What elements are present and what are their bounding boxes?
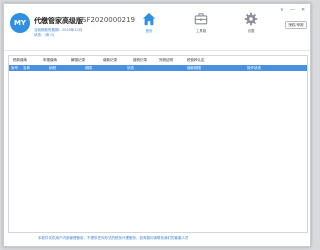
gear-icon [244, 12, 258, 26]
column-header[interactable]: 序号 [11, 66, 18, 71]
apply-button[interactable]: 授权/申报 [285, 21, 307, 29]
tab-tax-type-identification[interactable]: 税费种认定 [187, 58, 205, 63]
nav-settings-label: 设置 [247, 29, 255, 33]
nav-home-button[interactable]: 首页 [138, 12, 160, 42]
footer-disclaimer: 本软件仅供用户内部管理使用，不提供任何形式的税务代理服务，如有疑问请联系我们的客… [38, 236, 189, 240]
toolbox-icon [194, 13, 208, 25]
minimize-icon[interactable]: — [290, 7, 295, 13]
tab-remit-records[interactable]: 解缴记录 [71, 58, 85, 63]
nav-toolbox-label: 工具箱 [195, 29, 207, 33]
tab-tax-certificate[interactable]: 完税证明 [159, 58, 173, 63]
column-header[interactable]: 状态 [127, 66, 134, 71]
app-logo: MY [10, 13, 30, 33]
column-header[interactable]: 缴款期限 [187, 66, 201, 71]
status-line: 状态：(申 0) [34, 33, 55, 37]
column-header[interactable]: 纳税 [49, 66, 56, 71]
dropdown-chevron-icon[interactable]: ∨ [280, 7, 284, 13]
nav-home-label: 首页 [145, 29, 153, 33]
nav-toolbox-button[interactable]: 工具箱 [190, 12, 212, 42]
tab-bar: 税款缴纳 申报缴纳 解缴记录 缴款记录 缴税记录 完税证明 税费种认定 [9, 56, 307, 65]
header: MY 代缴管家高级版 SF2020000219 当前税款所属期：2019年12月… [4, 4, 310, 51]
tab-payment-records[interactable]: 缴款记录 [103, 58, 117, 63]
table-header: 序号 名称 纳税 期限 状态 缴款期限 操作状态 [9, 65, 307, 71]
app-title: 代缴管家高级版 [34, 17, 83, 25]
close-icon[interactable]: ✕ [301, 7, 305, 13]
nav-settings-button[interactable]: 设置 [240, 12, 262, 42]
tab-declare-payment[interactable]: 申报缴纳 [43, 58, 57, 63]
app-code: SF2020000219 [82, 16, 136, 24]
column-header[interactable]: 期限 [85, 66, 92, 71]
tab-tax-records[interactable]: 缴税记录 [133, 58, 147, 63]
tab-tax-payment[interactable]: 税款缴纳 [13, 58, 27, 63]
header-divider [4, 50, 310, 51]
column-header[interactable]: 操作状态 [247, 66, 261, 71]
home-icon [142, 12, 156, 26]
app-window: MY 代缴管家高级版 SF2020000219 当前税款所属期：2019年12月… [3, 3, 311, 247]
main-panel: 税款缴纳 申报缴纳 解缴记录 缴款记录 缴税记录 完税证明 税费种认定 序号 名… [8, 55, 308, 233]
column-header[interactable]: 名称 [23, 66, 30, 71]
